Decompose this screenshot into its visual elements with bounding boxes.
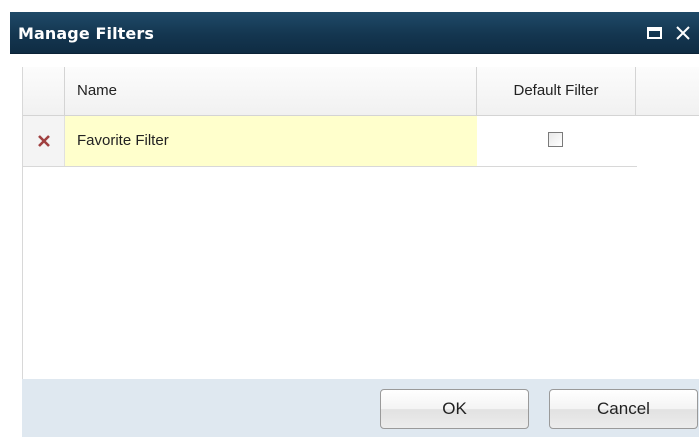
delete-icon — [37, 132, 51, 149]
column-header-filler — [636, 67, 699, 115]
grid-header-row: Name Default Filter — [23, 67, 699, 116]
maximize-icon[interactable] — [646, 24, 664, 42]
dialog-footer: OK Cancel — [22, 379, 699, 437]
table-row: Favorite Filter — [23, 116, 637, 167]
dialog-titlebar[interactable]: Manage Filters — [10, 12, 699, 54]
manage-filters-dialog: Manage Filters Name Default Filter Favor… — [10, 12, 699, 437]
ok-button[interactable]: OK — [380, 389, 529, 429]
filters-grid: Name Default Filter Favorite Filter — [22, 67, 699, 379]
filter-name-cell[interactable]: Favorite Filter — [65, 116, 477, 166]
column-header-name[interactable]: Name — [65, 67, 477, 115]
default-filter-checkbox[interactable] — [548, 132, 563, 147]
close-icon[interactable] — [674, 24, 692, 42]
default-filter-cell — [477, 116, 637, 166]
column-header-default-filter[interactable]: Default Filter — [477, 67, 636, 115]
column-header-select — [23, 67, 65, 115]
cancel-button[interactable]: Cancel — [549, 389, 698, 429]
dialog-title: Manage Filters — [18, 24, 154, 43]
delete-row-button[interactable] — [23, 116, 65, 166]
